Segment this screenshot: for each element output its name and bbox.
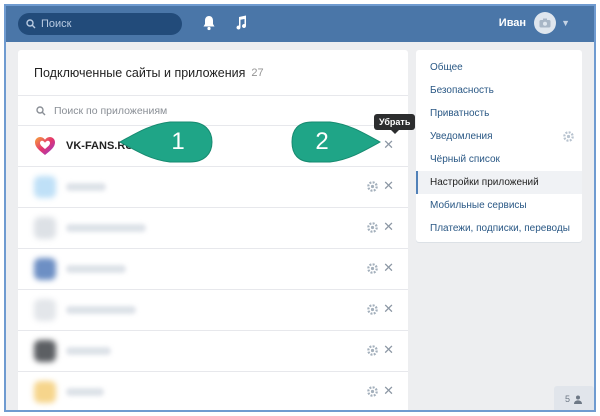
search-input[interactable]: Поиск (18, 13, 182, 35)
gear-icon[interactable] (367, 181, 378, 192)
app-icon (34, 340, 56, 362)
top-bar: Поиск Иван ▼ (6, 6, 594, 42)
menu-item-label: Приватность (430, 108, 490, 119)
menu-item-app-settings[interactable]: Настройки приложений (416, 171, 582, 194)
close-icon[interactable]: ✕ (383, 178, 394, 194)
music-icon[interactable] (234, 15, 248, 31)
close-icon[interactable]: ✕ (383, 260, 394, 276)
corner-count: 5 (564, 394, 570, 404)
menu-item-security[interactable]: Безопасность (416, 79, 582, 102)
app-name-blurred (66, 306, 136, 314)
callout-number: 2 (315, 128, 329, 155)
camera-icon (539, 18, 551, 28)
close-icon[interactable]: ✕ (383, 383, 394, 399)
app-name-blurred (66, 347, 111, 355)
app-icon (34, 258, 56, 280)
app-icon (34, 381, 56, 403)
menu-item-label: Общее (430, 62, 463, 73)
search-icon (26, 19, 36, 29)
close-icon[interactable]: ✕ (383, 342, 394, 358)
app-row[interactable]: ✕ (18, 331, 408, 372)
gear-icon[interactable] (367, 345, 378, 356)
bell-icon[interactable] (202, 15, 216, 31)
settings-menu: Общее Безопасность Приватность Уведомлен… (416, 50, 582, 242)
page-title: Подключенные сайты и приложения (34, 65, 246, 80)
app-window: Поиск Иван ▼ Подключенные сайты и прилож… (4, 4, 596, 412)
app-row[interactable]: ✕ (18, 167, 408, 208)
callout-1: 1 (118, 118, 214, 166)
menu-item-mobile[interactable]: Мобильные сервисы (416, 194, 582, 217)
menu-item-privacy[interactable]: Приватность (416, 102, 582, 125)
gear-icon[interactable] (367, 222, 378, 233)
app-name-blurred (66, 265, 126, 273)
menu-item-general[interactable]: Общее (416, 56, 582, 79)
callout-number: 1 (171, 128, 185, 155)
menu-item-payments[interactable]: Платежи, подписки, переводы (416, 217, 582, 240)
app-name-blurred (66, 388, 104, 396)
search-icon (36, 105, 46, 115)
chevron-down-icon: ▼ (561, 18, 570, 28)
menu-item-blacklist[interactable]: Чёрный список (416, 148, 582, 171)
close-icon[interactable]: ✕ (383, 301, 394, 317)
menu-item-label: Платежи, подписки, переводы (430, 223, 570, 234)
gear-icon[interactable] (367, 304, 378, 315)
panel-header: Подключенные сайты и приложения 27 (18, 50, 408, 96)
menu-item-label: Уведомления (430, 131, 493, 142)
close-icon[interactable]: ✕ (383, 137, 394, 153)
gear-icon[interactable] (367, 386, 378, 397)
apps-search-placeholder: Поиск по приложениям (54, 104, 168, 117)
avatar (534, 12, 557, 34)
app-row[interactable]: ✕ (18, 249, 408, 290)
app-icon (34, 217, 56, 239)
app-row[interactable]: ✕ (18, 290, 408, 331)
app-name-blurred (66, 183, 106, 191)
app-icon (34, 176, 56, 198)
menu-item-label: Настройки приложений (430, 177, 539, 188)
user-menu[interactable]: Иван ▼ (499, 12, 570, 34)
people-icon (574, 395, 582, 404)
friends-online-button[interactable]: 5 (554, 386, 594, 410)
menu-item-notifications[interactable]: Уведомления (416, 125, 582, 148)
app-row[interactable]: ✕ (18, 208, 408, 249)
menu-item-label: Мобильные сервисы (430, 200, 527, 211)
close-icon[interactable]: ✕ (383, 219, 394, 235)
search-placeholder: Поиск (41, 18, 72, 30)
heart-logo-icon (35, 137, 55, 155)
callout-2: 2 (290, 118, 382, 166)
gear-icon[interactable] (563, 131, 574, 142)
menu-item-label: Чёрный список (430, 154, 500, 165)
user-name: Иван (498, 17, 527, 29)
menu-item-label: Безопасность (430, 85, 494, 96)
apps-count: 27 (251, 66, 264, 79)
app-row[interactable]: ✕ (18, 372, 408, 410)
connected-apps-panel: Подключенные сайты и приложения 27 Поиск… (18, 50, 408, 410)
gear-icon[interactable] (367, 263, 378, 274)
app-name-blurred (66, 224, 146, 232)
app-icon (34, 299, 56, 321)
